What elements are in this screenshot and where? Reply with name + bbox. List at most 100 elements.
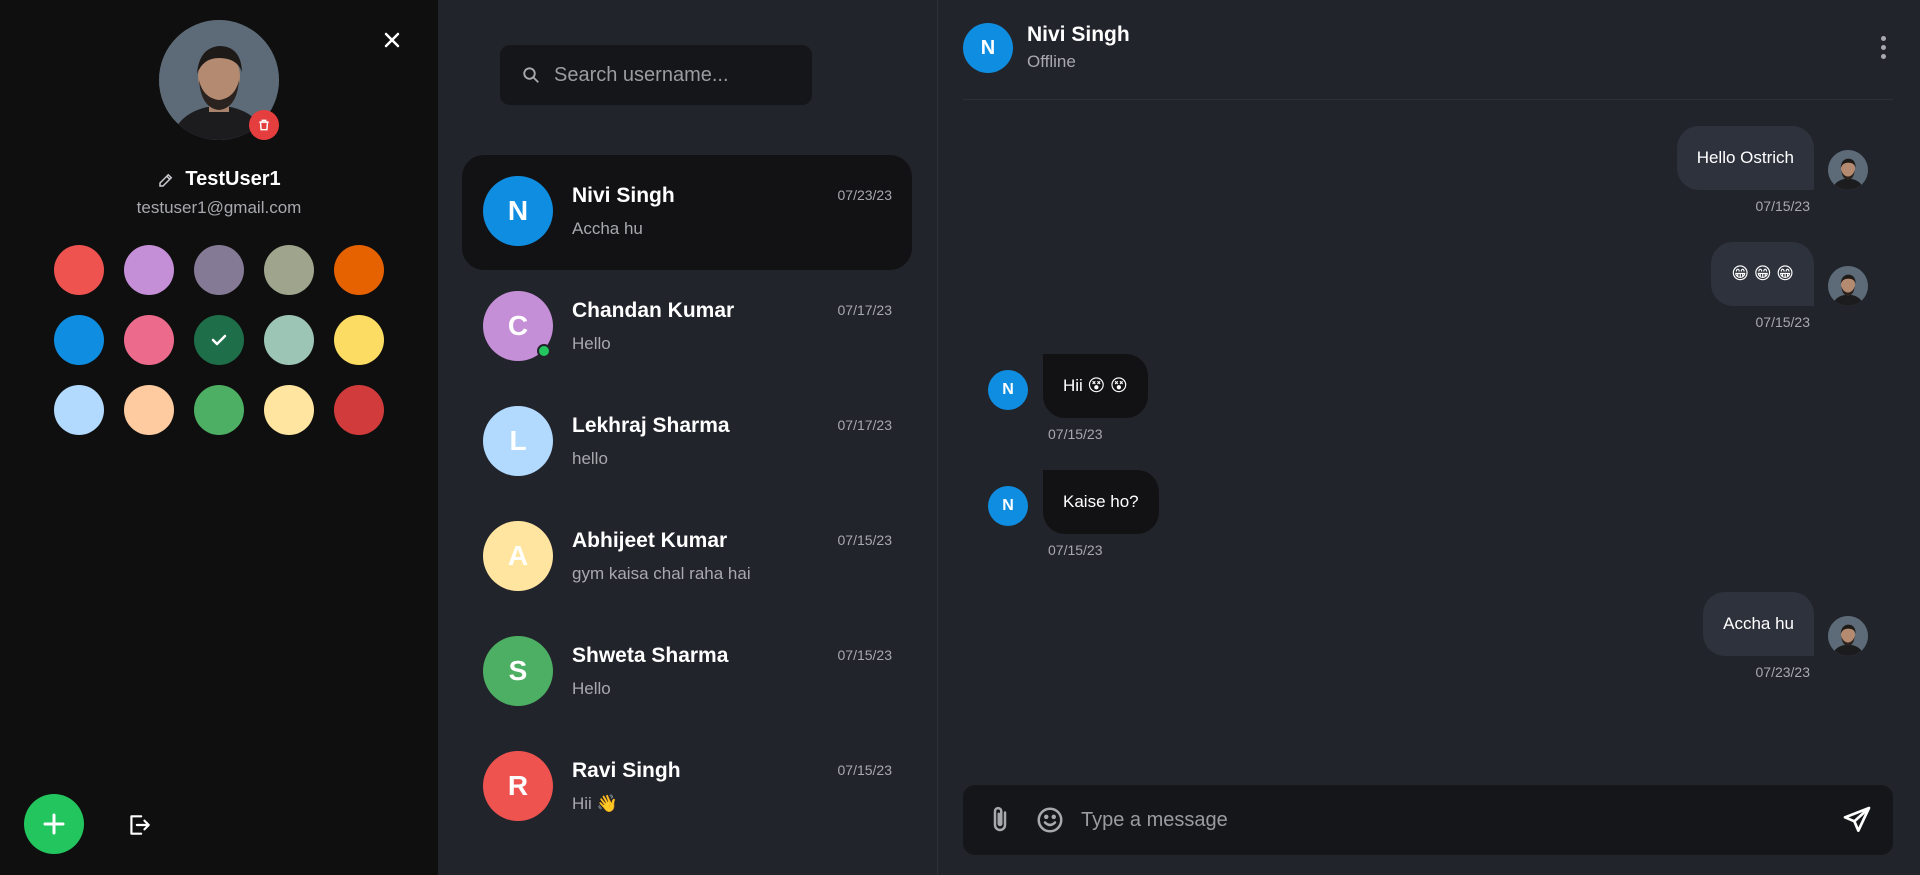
logout-icon [130, 815, 150, 835]
color-swatch[interactable] [54, 315, 104, 365]
contact-date: 07/15/23 [837, 762, 893, 778]
color-swatch[interactable] [264, 385, 314, 435]
color-swatch[interactable] [194, 315, 244, 365]
color-swatch[interactable] [194, 245, 244, 295]
color-swatch[interactable] [54, 385, 104, 435]
contact-name: Shweta Sharma [572, 644, 729, 667]
color-swatch[interactable] [334, 385, 384, 435]
message-date: 07/15/23 [1755, 198, 1811, 214]
message-date: 07/23/23 [1755, 664, 1811, 680]
color-swatch[interactable] [124, 245, 174, 295]
contact-item[interactable]: L Lekhraj Sharma hello 07/17/23 [462, 385, 912, 500]
plus-icon [43, 813, 65, 835]
message-bubble[interactable]: Kaise ho? [1043, 470, 1159, 534]
contact-date: 07/17/23 [837, 302, 893, 318]
receiver-avatar: N [988, 370, 1028, 410]
contact-list: N Nivi Singh Accha hu 07/23/23 C Chandan Kuma… [462, 155, 912, 845]
contact-name: Abhijeet Kumar [572, 529, 728, 552]
contact-avatar: C [483, 291, 553, 361]
delete-photo-button[interactable] [249, 110, 279, 140]
color-swatch[interactable] [124, 315, 174, 365]
contact-avatar: A [483, 521, 553, 591]
contact-name: Chandan Kumar [572, 299, 735, 322]
receiver-initial: N [1002, 497, 1014, 514]
sender-avatar [1828, 150, 1868, 190]
contact-last-message: Hello [572, 334, 611, 353]
more-options-button[interactable] [1873, 32, 1893, 62]
color-swatch[interactable] [194, 385, 244, 435]
logout-button[interactable] [124, 810, 154, 840]
profile-email: testuser1@gmail.com [136, 198, 302, 217]
contact-last-message: Hello [572, 679, 611, 698]
contact-last-message: Accha hu [572, 219, 643, 238]
contact-date: 07/15/23 [837, 532, 893, 548]
contact-item[interactable]: A Abhijeet Kumar gym kaisa chal raha hai 07… [462, 500, 912, 615]
chat-panel: N Nivi Singh Offline Hello Ostrich 07/15/… [938, 0, 1920, 875]
contact-date: 07/17/23 [837, 417, 893, 433]
add-chat-button[interactable] [24, 794, 84, 854]
contact-name: Ravi Singh [572, 759, 681, 782]
message-bubble[interactable]: Accha hu [1703, 592, 1814, 656]
search-icon [523, 67, 539, 83]
search-box[interactable] [500, 45, 812, 105]
edit-icon[interactable] [157, 171, 175, 189]
attach-icon[interactable] [985, 805, 1015, 835]
contact-avatar: L [483, 406, 553, 476]
contact-item[interactable]: R Ravi Singh Hii 👋 07/15/23 [462, 730, 912, 845]
chat-header-avatar[interactable]: N [963, 23, 1013, 73]
check-icon [211, 334, 227, 346]
contact-last-message: hello [572, 449, 608, 468]
color-swatches [54, 245, 384, 435]
contact-initial: A [507, 540, 529, 571]
chat-header-status: Offline [1027, 52, 1076, 71]
message-date: 07/15/23 [1048, 542, 1103, 558]
contact-initial: R [507, 770, 529, 801]
message-input[interactable] [1081, 800, 1781, 840]
kebab-menu-icon [1880, 35, 1886, 41]
contact-date: 07/15/23 [837, 647, 893, 663]
chat-list-panel: N Nivi Singh Accha hu 07/23/23 C Chandan Kuma… [438, 0, 938, 875]
kebab-dot [1880, 53, 1886, 59]
contact-initial: C [507, 310, 529, 341]
contact-last-message: Hii 👋 [572, 794, 618, 813]
message-date: 07/15/23 [1048, 426, 1103, 442]
color-swatch[interactable] [264, 245, 314, 295]
sender-avatar [1828, 616, 1868, 656]
chat-header: N Nivi Singh Offline [963, 0, 1893, 100]
emoji-icon[interactable] [1035, 805, 1065, 835]
trash-icon [259, 119, 269, 131]
color-swatch[interactable] [334, 315, 384, 365]
message-date: 07/15/23 [1755, 314, 1811, 330]
color-swatch[interactable] [334, 245, 384, 295]
username-row: TestUser1 [0, 168, 438, 191]
contact-avatar: S [483, 636, 553, 706]
contact-date: 07/23/23 [837, 187, 893, 203]
close-icon [384, 32, 400, 48]
profile-avatar[interactable] [159, 20, 279, 140]
contact-name: Lekhraj Sharma [572, 414, 730, 437]
contact-item[interactable]: C Chandan Kumar Hello 07/17/23 [462, 270, 912, 385]
kebab-dot [1880, 44, 1886, 50]
message-bubble[interactable]: Hii 😵 😵 [1043, 354, 1148, 418]
receiver-initial: N [1002, 381, 1014, 398]
contact-initial: S [508, 655, 528, 686]
message-composer [963, 785, 1893, 855]
sender-avatar [1828, 266, 1868, 306]
profile-username: TestUser1 [185, 168, 281, 190]
online-indicator [537, 344, 551, 358]
search-input[interactable] [554, 63, 794, 87]
contact-avatar: R [483, 751, 553, 821]
receiver-avatar: N [988, 486, 1028, 526]
color-swatch[interactable] [124, 385, 174, 435]
send-icon[interactable] [1841, 804, 1873, 836]
close-button[interactable] [380, 28, 404, 52]
contact-name: Nivi Singh [572, 184, 675, 207]
color-swatch[interactable] [264, 315, 314, 365]
contact-item[interactable]: N Nivi Singh Accha hu 07/23/23 [462, 155, 912, 270]
message-bubble[interactable]: Hello Ostrich [1676, 126, 1814, 190]
contact-item[interactable]: S Shweta Sharma Hello 07/15/23 [462, 615, 912, 730]
contact-last-message: gym kaisa chal raha hai [572, 564, 751, 583]
color-swatch[interactable] [54, 245, 104, 295]
message-bubble[interactable]: 😁 😁 😁 [1711, 242, 1814, 306]
contact-initial: L [509, 425, 527, 456]
